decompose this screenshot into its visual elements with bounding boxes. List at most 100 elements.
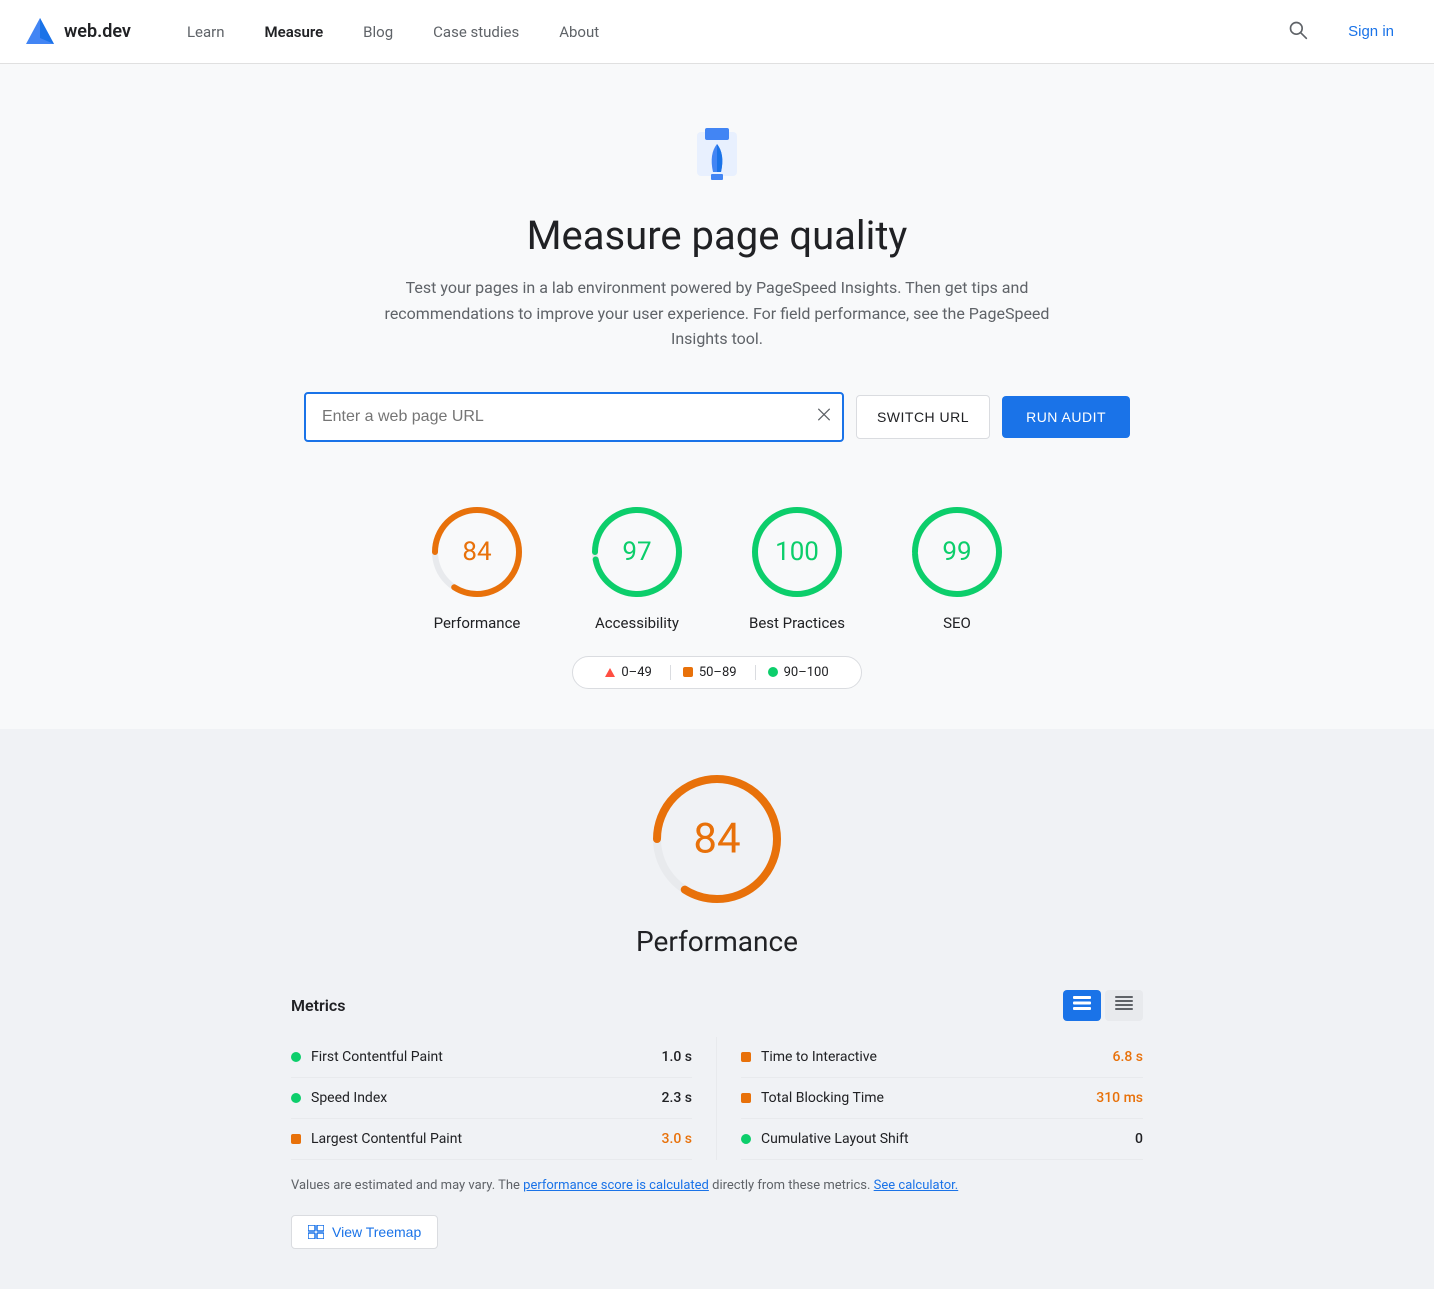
legend-pass: 90–100 [755,665,841,680]
score-label-1: Accessibility [595,614,679,632]
legend-dot-icon [768,667,778,677]
nav-blog[interactable]: Blog [347,15,409,49]
legend-average: 50–89 [670,665,749,680]
hero-subtitle: Test your pages in a lab environment pow… [377,275,1057,352]
legend-fail: 0–49 [593,665,663,680]
score-label-2: Best Practices [749,614,845,632]
legend-triangle-icon [605,668,615,677]
compact-view-icon [1115,996,1133,1010]
clear-icon [816,406,832,422]
metric-value: 0 [1135,1131,1143,1147]
score-item-accessibility: 97 Accessibility [587,502,687,632]
metric-value: 2.3 s [662,1090,693,1106]
metric-name: Time to Interactive [761,1049,1103,1065]
page-title: Measure page quality [24,212,1410,259]
metric-name: Largest Contentful Paint [311,1131,652,1147]
score-item-best-practices: 100 Best Practices [747,502,847,632]
metric-indicator [741,1052,751,1062]
metrics-title: Metrics [291,996,345,1015]
url-input[interactable] [304,392,844,442]
metric-indicator [741,1134,751,1144]
nav-right: Sign in [1280,12,1410,51]
metric-name: First Contentful Paint [311,1049,652,1065]
metric-row: Speed Index 2.3 s [291,1078,692,1119]
treemap-icon [308,1225,324,1239]
metric-row: Total Blocking Time 310 ms [741,1078,1143,1119]
metrics-note: Values are estimated and may vary. The p… [291,1176,1143,1196]
metrics-view-toggle [1063,990,1143,1021]
legend-pass-range: 90–100 [784,665,829,680]
metric-name: Cumulative Layout Shift [761,1131,1125,1147]
score-legend: 0–49 50–89 90–100 [24,656,1410,689]
score-number-2: 100 [775,537,819,567]
sign-in-button[interactable]: Sign in [1332,15,1410,48]
score-number-1: 97 [622,537,651,567]
metric-row: Cumulative Layout Shift 0 [741,1119,1143,1160]
toggle-compact-button[interactable] [1105,990,1143,1021]
url-input-row: SWITCH URL RUN AUDIT [24,392,1410,442]
perf-score-link[interactable]: performance score is calculated [523,1178,709,1193]
score-circle-3: 99 [907,502,1007,602]
run-audit-button[interactable]: RUN AUDIT [1002,396,1130,438]
metric-name: Total Blocking Time [761,1090,1086,1106]
metric-row: Largest Contentful Paint 3.0 s [291,1119,692,1160]
metrics-grid: First Contentful Paint 1.0 s Speed Index… [291,1037,1143,1160]
url-input-wrapper [304,392,844,442]
lighthouse-icon [685,124,749,188]
toggle-expanded-button[interactable] [1063,990,1101,1021]
logo[interactable]: web.dev [24,16,131,48]
nav-links: Learn Measure Blog Case studies About [171,15,1280,49]
metrics-header: Metrics [291,982,1143,1021]
search-button[interactable] [1280,12,1316,51]
switch-url-button[interactable]: SWITCH URL [856,395,990,439]
legend-fail-range: 0–49 [621,665,651,680]
performance-big-circle: 84 [647,769,787,909]
metric-indicator [741,1093,751,1103]
metrics-note-mid: directly from these metrics. [709,1178,874,1193]
logo-icon [24,16,56,48]
logo-text: web.dev [64,21,131,42]
score-circle-2: 100 [747,502,847,602]
score-item-seo: 99 SEO [907,502,1007,632]
see-calculator-link[interactable]: See calculator. [874,1178,959,1193]
metrics-left-col: First Contentful Paint 1.0 s Speed Index… [291,1037,717,1160]
perf-title: Performance [636,925,798,958]
metric-row: Time to Interactive 6.8 s [741,1037,1143,1078]
search-icon [1288,20,1308,40]
legend-square-icon [683,667,693,677]
performance-section: 84 Performance Metrics [0,729,1434,1289]
navigation: web.dev Learn Measure Blog Case studies … [0,0,1434,64]
view-treemap-label: View Treemap [332,1224,421,1240]
legend-box: 0–49 50–89 90–100 [572,656,861,689]
hero-section: Measure page quality Test your pages in … [0,64,1434,729]
scores-row: 84 Performance 97 Accessibility 100 Best… [24,502,1410,632]
metric-name: Speed Index [311,1090,652,1106]
score-label-0: Performance [434,614,521,632]
nav-about[interactable]: About [543,15,615,49]
url-clear-button[interactable] [816,406,832,427]
metric-value: 310 ms [1096,1090,1143,1106]
nav-learn[interactable]: Learn [171,15,241,49]
metric-indicator [291,1052,301,1062]
perf-score-number: 84 [693,814,740,863]
score-number-3: 99 [942,537,971,567]
view-treemap-button[interactable]: View Treemap [291,1215,438,1249]
score-circle-0: 84 [427,502,527,602]
score-item-performance: 84 Performance [427,502,527,632]
nav-measure[interactable]: Measure [249,15,340,49]
nav-case-studies[interactable]: Case studies [417,15,535,49]
metric-value: 3.0 s [662,1131,693,1147]
metric-value: 1.0 s [662,1049,693,1065]
score-label-3: SEO [943,614,971,632]
metrics-note-text: Values are estimated and may vary. The [291,1178,523,1193]
score-number-0: 84 [462,537,491,567]
metric-row: First Contentful Paint 1.0 s [291,1037,692,1078]
metric-indicator [291,1134,301,1144]
legend-average-range: 50–89 [699,665,737,680]
metrics-right-col: Time to Interactive 6.8 s Total Blocking… [717,1037,1143,1160]
metric-value: 6.8 s [1113,1049,1144,1065]
perf-score-circle: 84 Performance [24,769,1410,958]
metric-indicator [291,1093,301,1103]
expanded-view-icon [1073,996,1091,1010]
metrics-section: Metrics [267,982,1167,1250]
